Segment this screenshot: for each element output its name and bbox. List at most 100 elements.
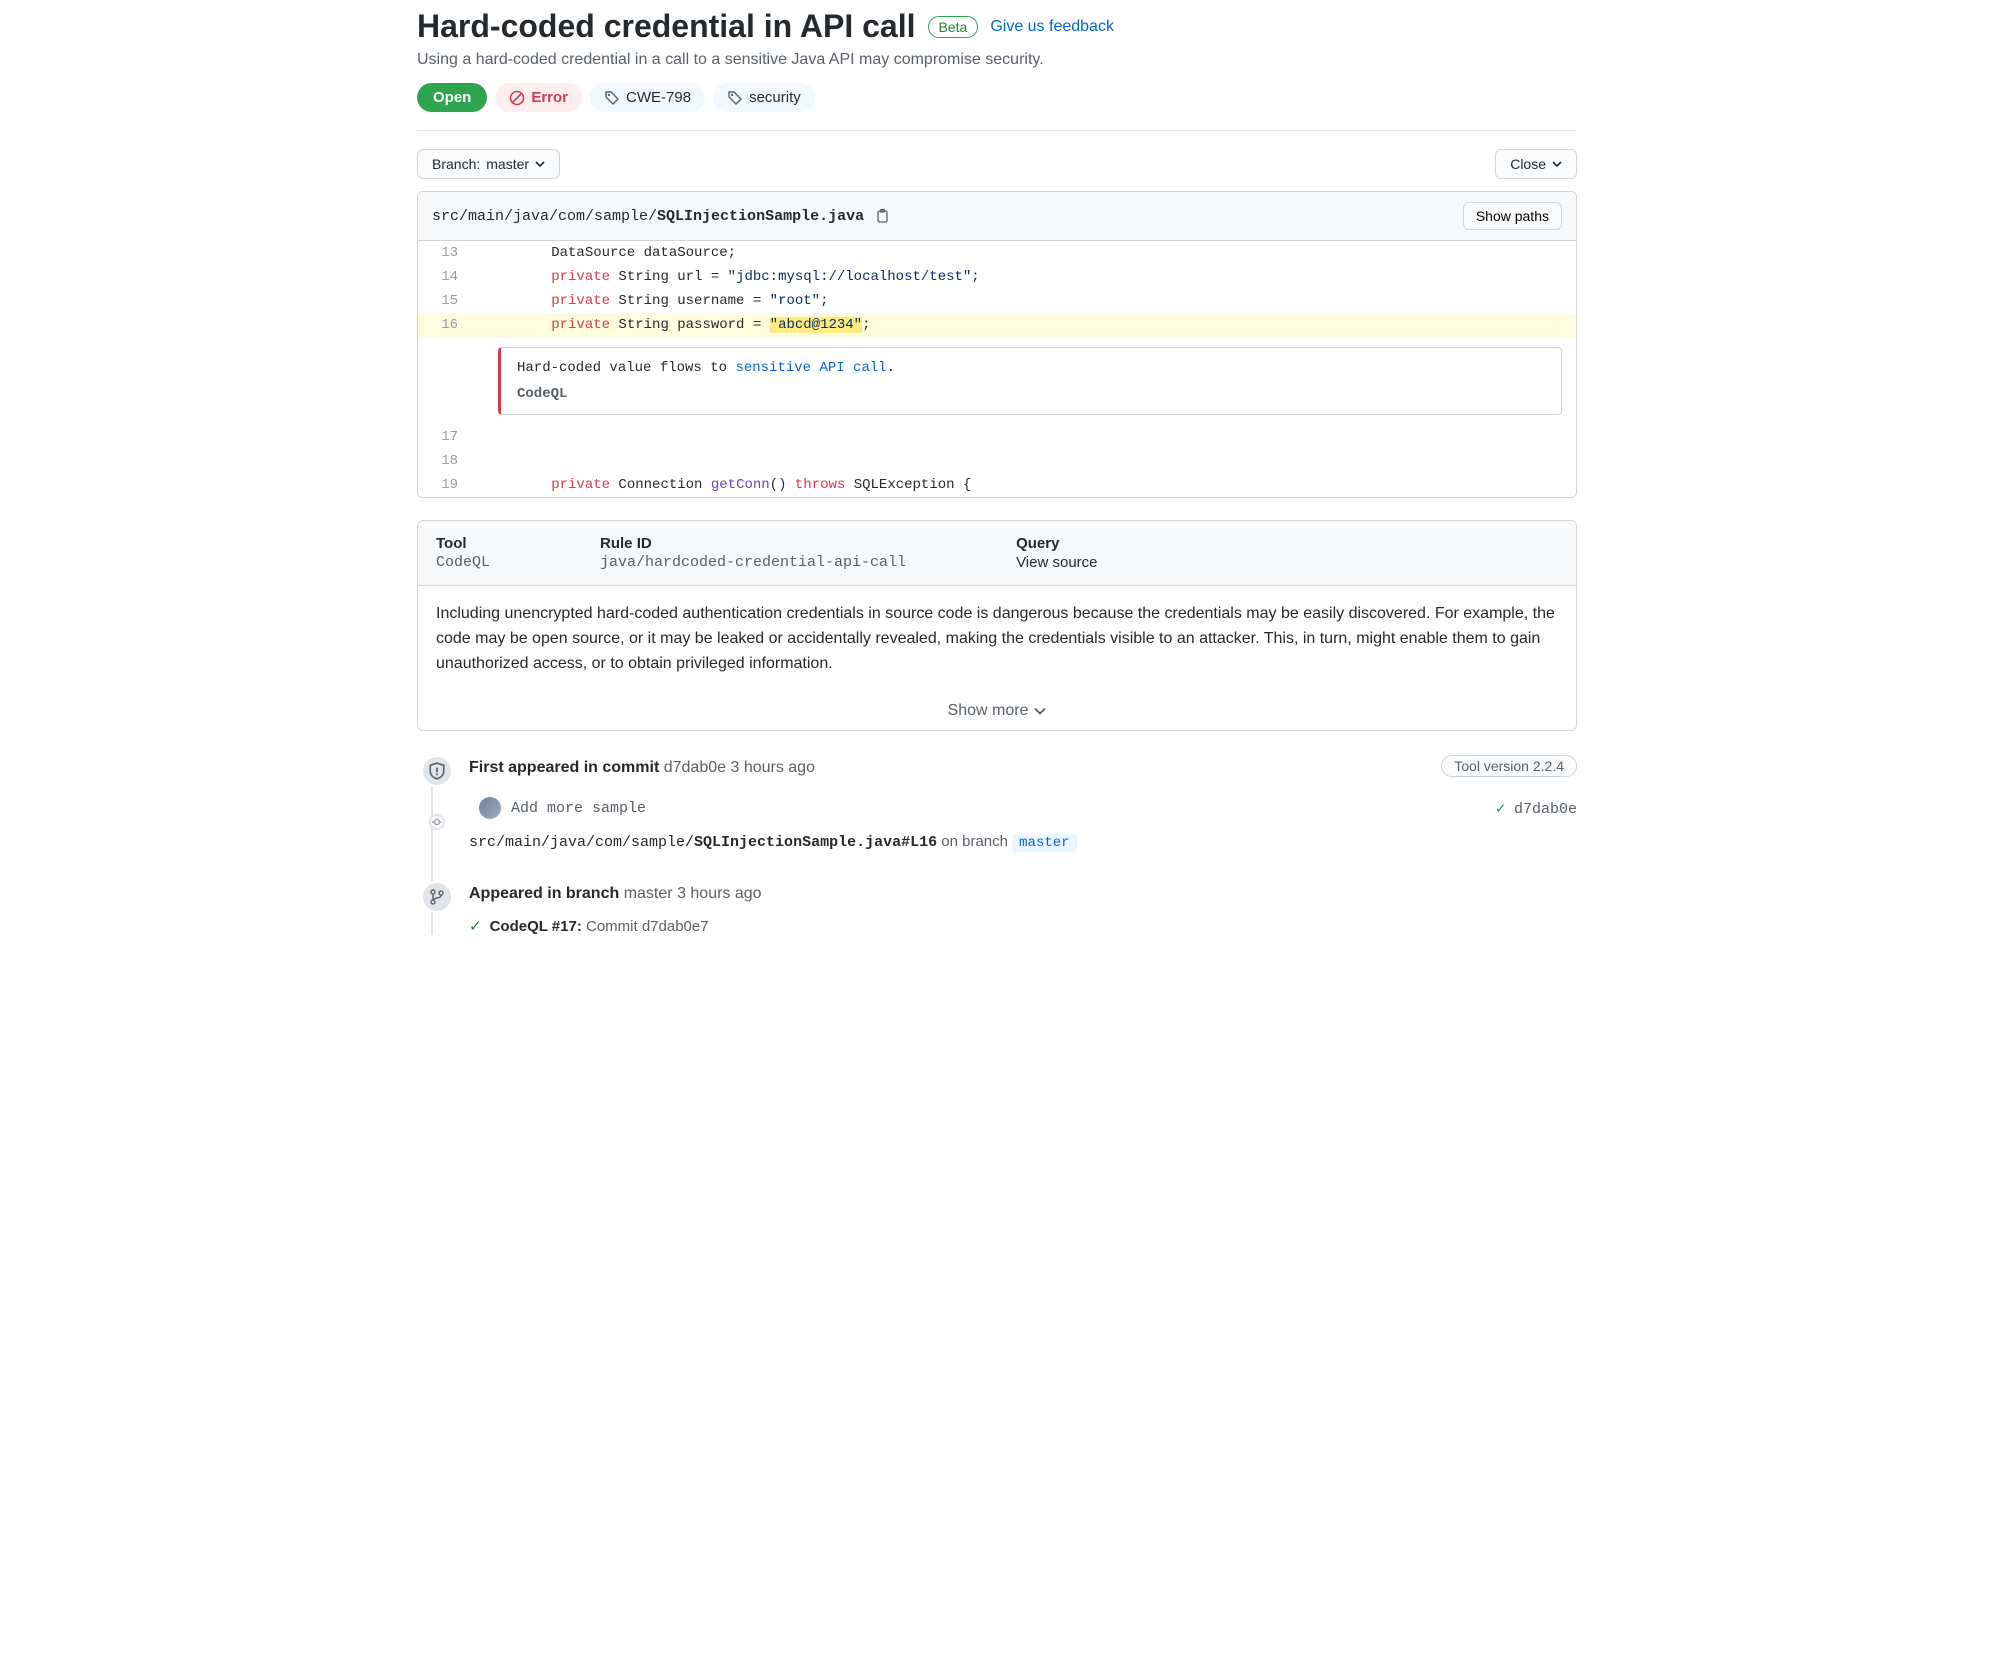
feedback-link[interactable]: Give us feedback xyxy=(990,18,1114,36)
workflow-run[interactable]: ✓ CodeQL #17: Commit d7dab0e7 xyxy=(469,917,1577,935)
alert-link[interactable]: sensitive API call xyxy=(735,360,886,376)
code-text: DataSource dataSource; xyxy=(551,245,736,261)
show-more-button[interactable]: Show more xyxy=(418,692,1576,730)
clipboard-icon xyxy=(874,208,890,224)
caret-down-icon xyxy=(535,161,545,167)
tag-icon xyxy=(604,90,620,106)
line-number: 16 xyxy=(418,313,474,337)
chevron-down-icon xyxy=(1034,707,1046,715)
code-line: 13 DataSource dataSource; xyxy=(418,241,1576,265)
code-text: Connection xyxy=(610,477,711,493)
file-reference[interactable]: src/main/java/com/sample/SQLInjectionSam… xyxy=(469,833,1577,851)
string: "jdbc:mysql://localhost/test" xyxy=(728,269,972,285)
line-number: 13 xyxy=(418,241,474,265)
alert-tool: CodeQL xyxy=(517,386,1545,402)
meta-rule: Rule ID java/hardcoded-credential-api-ca… xyxy=(600,535,906,571)
indent xyxy=(484,269,551,285)
indent xyxy=(484,317,551,333)
function-name: getConn xyxy=(711,477,770,493)
line-number: 14 xyxy=(418,265,474,289)
event-title: Appeared in branch xyxy=(469,885,619,902)
tag-security[interactable]: security xyxy=(713,83,815,112)
string-highlighted: "abcd@1234" xyxy=(770,317,862,333)
string: "root" xyxy=(770,293,820,309)
line-number: 17 xyxy=(418,425,474,449)
event-title: First appeared in commit xyxy=(469,759,659,776)
file-ref-prefix: src/main/java/com/sample/ xyxy=(469,834,694,851)
meta-value: CodeQL xyxy=(436,554,490,571)
code-text: ; xyxy=(820,293,828,309)
code-text: ; xyxy=(862,317,870,333)
commit-dot-icon xyxy=(429,814,445,830)
code-text: () xyxy=(770,477,795,493)
timeline: First appeared in commit d7dab0e 3 hours… xyxy=(421,755,1577,935)
run-text: Commit d7dab0e7 xyxy=(586,918,709,935)
file-path[interactable]: src/main/java/com/sample/SQLInjectionSam… xyxy=(432,208,890,225)
tag-label: security xyxy=(749,89,801,106)
code-panel: src/main/java/com/sample/SQLInjectionSam… xyxy=(417,191,1577,498)
commit-hash: d7dab0e xyxy=(1514,801,1577,818)
page-title: Hard-coded credential in API call xyxy=(417,8,916,45)
code-line: 18 xyxy=(418,449,1576,473)
code-text xyxy=(474,425,484,449)
line-number: 19 xyxy=(418,473,474,497)
caret-down-icon xyxy=(1552,161,1562,167)
line-number: 18 xyxy=(418,449,474,473)
file-path-prefix: src/main/java/com/sample/ xyxy=(432,208,657,225)
code-text: SQLException { xyxy=(845,477,971,493)
show-more-label: Show more xyxy=(948,702,1029,720)
code-line: 14 private String url = "jdbc:mysql://lo… xyxy=(418,265,1576,289)
severity-badge: Error xyxy=(495,83,582,112)
check-icon: ✓ xyxy=(469,917,482,935)
event-time: 3 hours ago xyxy=(730,759,815,776)
meta-label: Rule ID xyxy=(600,535,906,552)
meta-tool: Tool CodeQL xyxy=(436,535,490,571)
code-line: 15 private String username = "root"; xyxy=(418,289,1576,313)
branch-chip[interactable]: master xyxy=(1012,834,1076,852)
timeline-item-appeared-branch: Appeared in branch master 3 hours ago ✓ … xyxy=(421,881,1577,935)
avatar[interactable] xyxy=(479,797,501,819)
view-source-link[interactable]: View source xyxy=(1016,554,1097,571)
git-branch-icon xyxy=(421,881,453,913)
code-text: String password = xyxy=(610,317,770,333)
divider xyxy=(417,130,1577,131)
file-ref-bold: SQLInjectionSample.java#L16 xyxy=(694,834,937,851)
indent xyxy=(484,293,551,309)
alert-box: Hard-coded value flows to sensitive API … xyxy=(498,347,1562,415)
keyword: private xyxy=(551,293,610,309)
state-badge: Open xyxy=(417,83,487,112)
branch-prefix: Branch: xyxy=(432,156,480,172)
details-description: Including unencrypted hard-coded authent… xyxy=(418,586,1576,692)
commit-status[interactable]: ✓ d7dab0e xyxy=(1496,799,1577,818)
alert-text: . xyxy=(887,360,895,376)
keyword: throws xyxy=(795,477,845,493)
keyword: private xyxy=(551,269,610,285)
keyword: private xyxy=(551,317,610,333)
shield-alert-icon xyxy=(421,755,453,787)
no-entry-icon xyxy=(509,90,525,106)
severity-text: Error xyxy=(531,89,568,106)
branch-name: master xyxy=(486,156,529,172)
copy-path-button[interactable] xyxy=(874,208,890,224)
code-body: 13 DataSource dataSource; 14 private Str… xyxy=(418,241,1576,497)
code-line-highlighted: 16 private String password = "abcd@1234"… xyxy=(418,313,1576,337)
commit-message[interactable]: Add more sample xyxy=(511,800,646,817)
show-paths-button[interactable]: Show paths xyxy=(1463,202,1562,230)
tag-cwe[interactable]: CWE-798 xyxy=(590,83,705,112)
branch-name[interactable]: master xyxy=(624,885,673,902)
event-time: 3 hours ago xyxy=(677,885,762,902)
code-text: ; xyxy=(971,269,979,285)
commit-hash[interactable]: d7dab0e xyxy=(664,759,726,776)
meta-query: Query View source xyxy=(1016,535,1097,571)
meta-value: java/hardcoded-credential-api-call xyxy=(600,554,906,571)
indent xyxy=(484,245,551,261)
line-number: 15 xyxy=(418,289,474,313)
code-text: String username = xyxy=(610,293,770,309)
check-icon: ✓ xyxy=(1496,801,1505,818)
branch-selector[interactable]: Branch: master xyxy=(417,149,560,179)
tag-icon xyxy=(727,90,743,106)
tag-label: CWE-798 xyxy=(626,89,691,106)
close-button[interactable]: Close xyxy=(1495,149,1577,179)
code-text: String url = xyxy=(610,269,728,285)
meta-label: Tool xyxy=(436,535,490,552)
